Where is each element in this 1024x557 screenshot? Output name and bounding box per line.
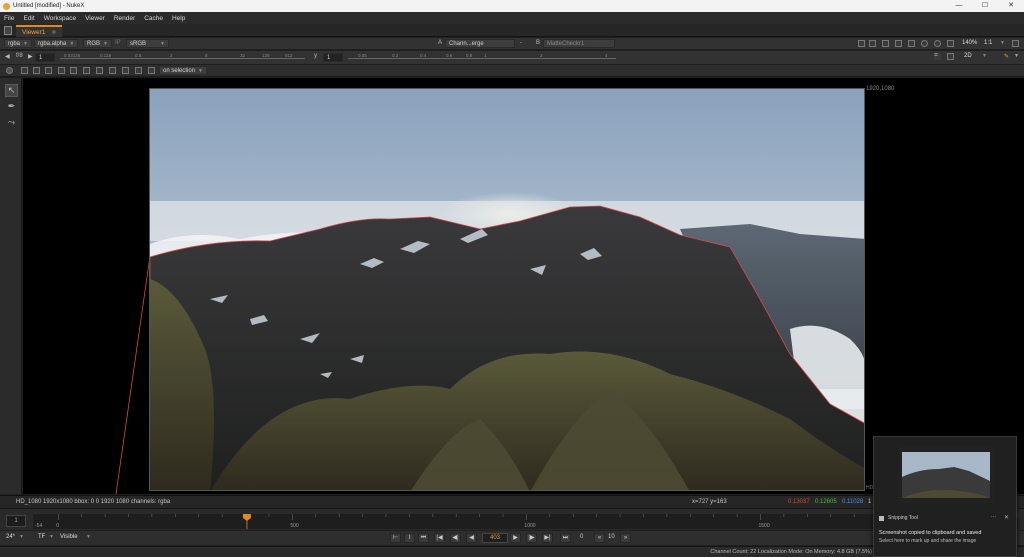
in-point-icon[interactable]: ⊢ bbox=[390, 533, 401, 543]
out-point-field[interactable]: 0 bbox=[580, 534, 583, 540]
last-frame-icon[interactable]: ⏭ bbox=[560, 533, 571, 543]
toast-close-icon[interactable]: ✕ bbox=[1004, 514, 1009, 521]
roto-spline-segment bbox=[115, 255, 151, 495]
format-info: HD_1080 1920x1080 bbox: 0 0 1920 1080 ch… bbox=[16, 499, 171, 505]
timeline-tick-label: 0 bbox=[56, 523, 59, 529]
skip-back-increment-icon[interactable]: « bbox=[594, 533, 605, 543]
chevron-down-icon: ▼ bbox=[86, 534, 91, 540]
thumbnail-image bbox=[899, 447, 993, 503]
screenshot-thumbnail[interactable] bbox=[899, 447, 993, 503]
prev-keyframe-icon[interactable]: |◀ bbox=[434, 533, 445, 543]
timeline-tick-label: 1000 bbox=[524, 523, 535, 529]
timeline-ruler: -54 0 500 1000 1500 bbox=[35, 514, 1018, 529]
range-dropdown[interactable]: Visible bbox=[60, 534, 78, 540]
chevron-down-icon: ▼ bbox=[19, 534, 24, 540]
timeline-in-label: -54 bbox=[35, 523, 42, 529]
viewer-image bbox=[149, 88, 865, 491]
next-keyframe-icon[interactable]: ▶| bbox=[542, 533, 553, 543]
mountain-landscape-image bbox=[150, 89, 864, 490]
snipping-tool-notification[interactable]: Snipping Tool ... ✕ Screenshot copied to… bbox=[873, 436, 1017, 557]
play-backward-icon[interactable]: ◀ bbox=[466, 533, 477, 543]
cursor-coordinates: x=727 y=163 bbox=[692, 499, 727, 505]
pixel-alpha-value: 1 bbox=[868, 499, 872, 505]
step-forward-icon[interactable]: |▶ bbox=[526, 533, 537, 543]
skip-forward-increment-icon[interactable]: » bbox=[620, 533, 631, 543]
pixel-red-value: 0.13037 bbox=[788, 499, 810, 505]
fps-dropdown[interactable]: 24* bbox=[6, 534, 15, 540]
toast-header: Snipping Tool bbox=[879, 515, 918, 521]
toast-hint: Select here to mark up and share the ima… bbox=[879, 538, 977, 544]
pixel-blue-value: 0.11028 bbox=[842, 499, 864, 505]
current-frame-field[interactable]: 403 bbox=[482, 533, 508, 543]
more-options-icon[interactable]: ... bbox=[991, 513, 996, 519]
status-bar: Channel Count: 22 Localization Mode: On … bbox=[0, 546, 1024, 557]
nukex-window: Untitled [modified] - NukeX — ☐ ✕ File E… bbox=[0, 0, 1024, 557]
step-in-icon[interactable]: I bbox=[404, 533, 415, 543]
first-frame-icon[interactable]: ⏮ bbox=[418, 533, 429, 543]
viewer-info-bar: HD_1080 1920x1080 bbox: 0 0 1920 1080 ch… bbox=[0, 495, 1024, 508]
increment-field[interactable]: 10 bbox=[608, 534, 615, 540]
timeline: 1 -54 0 500 1000 1500 bbox=[0, 508, 1024, 530]
toast-app-name: Snipping Tool bbox=[888, 515, 918, 521]
frame-field[interactable]: 1 bbox=[6, 515, 26, 527]
pixel-green-value: 0.12605 bbox=[815, 499, 837, 505]
play-forward-icon[interactable]: ▶ bbox=[510, 533, 521, 543]
toast-message: Screenshot copied to clipboard and saved bbox=[879, 530, 982, 536]
timeline-tick-label: 1500 bbox=[759, 523, 770, 529]
playback-controls: 24* ▼ TF ▼ Visible ▼ ⊢ I ⏮ |◀ ◀| ◀ 403 ▶… bbox=[0, 531, 1024, 545]
chevron-down-icon: ▼ bbox=[49, 534, 54, 540]
time-format-dropdown[interactable]: TF bbox=[38, 534, 45, 540]
step-back-icon[interactable]: ◀| bbox=[450, 533, 461, 543]
timeline-tick-label: 500 bbox=[290, 523, 299, 529]
snipping-tool-icon bbox=[879, 515, 884, 521]
